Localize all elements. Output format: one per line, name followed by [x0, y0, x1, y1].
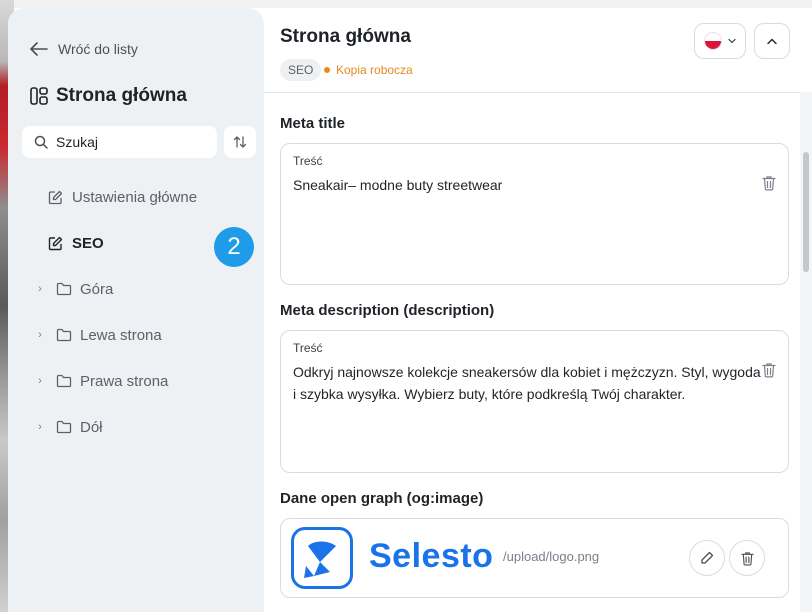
- meta-description-value[interactable]: Odkryj najnowsze kolekcje sneakersów dla…: [293, 361, 763, 405]
- og-image-box: Selesto /upload/logo.png: [280, 518, 789, 598]
- chevron-right-icon[interactable]: ›: [34, 329, 46, 341]
- og-image-path: /upload/logo.png: [503, 549, 600, 564]
- field-label: Treść: [293, 154, 323, 168]
- field-label: Treść: [293, 341, 323, 355]
- editor-panel: Wróć do listy Strona główna U: [8, 8, 812, 612]
- scrollbar[interactable]: [800, 92, 812, 612]
- sidebar-item-ustawienia-glowne[interactable]: Ustawienia główne: [8, 182, 264, 212]
- sidebar-search: [22, 126, 217, 158]
- sidebar-item-label: Ustawienia główne: [72, 188, 198, 206]
- sidebar-item-lewa-strona[interactable]: › Lewa strona: [8, 320, 264, 350]
- selesto-logo-text: Selesto: [369, 537, 494, 575]
- status-text: Kopia robocza: [336, 63, 413, 77]
- back-to-list-link[interactable]: Wróć do listy: [30, 38, 138, 60]
- trash-icon[interactable]: [762, 362, 776, 378]
- background-top: [0, 0, 812, 8]
- meta-description-label: Meta description (description): [280, 302, 495, 319]
- folder-icon: [56, 419, 72, 435]
- sidebar-item-label: Prawa strona: [80, 372, 169, 390]
- meta-title-field[interactable]: Treść Sneakair– modne buty streetwear: [280, 143, 789, 285]
- scrollbar-thumb[interactable]: [803, 152, 809, 272]
- folder-icon: [56, 327, 72, 343]
- edit-icon: [48, 235, 64, 251]
- sort-icon: [233, 136, 247, 148]
- arrow-left-icon: [30, 42, 48, 56]
- sidebar-item-label: Góra: [80, 280, 114, 298]
- sidebar-item-gora[interactable]: › Góra: [8, 274, 264, 304]
- status-dot-icon: [324, 67, 330, 73]
- sidebar-item-dol[interactable]: › Dół: [8, 412, 264, 442]
- delete-image-button[interactable]: [729, 540, 765, 576]
- sidebar-title-text: Strona główna: [56, 85, 187, 106]
- sidebar-item-prawa-strona[interactable]: › Prawa strona: [8, 366, 264, 396]
- sidebar-title: Strona główna: [30, 83, 187, 109]
- sort-button[interactable]: [224, 126, 256, 158]
- meta-title-label: Meta title: [280, 115, 346, 132]
- trash-icon: [740, 551, 754, 565]
- seo-tag: SEO: [280, 59, 322, 81]
- sidebar-item-label: SEO: [72, 234, 104, 252]
- edit-image-button[interactable]: [689, 540, 725, 576]
- header-divider: [264, 92, 812, 93]
- chevron-down-icon: [728, 38, 736, 44]
- language-select[interactable]: [694, 23, 746, 59]
- collapse-button[interactable]: [754, 23, 790, 59]
- chevron-right-icon[interactable]: ›: [34, 421, 46, 433]
- pencil-icon: [701, 551, 714, 564]
- search-icon: [34, 135, 48, 149]
- page-title: Strona główna: [280, 26, 411, 47]
- chevron-right-icon[interactable]: ›: [34, 283, 46, 295]
- step-number-badge: 2: [214, 227, 254, 267]
- og-image-label: Dane open graph (og:image): [280, 490, 484, 507]
- sidebar-item-label: Lewa strona: [80, 326, 162, 344]
- chevron-up-icon: [767, 38, 777, 44]
- poland-flag-icon: [704, 32, 722, 50]
- meta-description-field[interactable]: Treść Odkryj najnowsze kolekcje sneakers…: [280, 330, 789, 473]
- back-link-label: Wróć do listy: [58, 41, 138, 57]
- sidebar: Wróć do listy Strona główna U: [8, 8, 264, 612]
- main-content: Strona główna SEO Kopia robocza Meta tit…: [264, 8, 812, 612]
- folder-icon: [56, 281, 72, 297]
- folder-icon: [56, 373, 72, 389]
- status-badge: Kopia robocza: [324, 59, 413, 81]
- trash-icon[interactable]: [762, 175, 776, 191]
- search-input[interactable]: [56, 134, 206, 150]
- meta-title-value[interactable]: Sneakair– modne buty streetwear: [293, 174, 763, 196]
- layout-icon: [30, 87, 48, 105]
- edit-icon: [48, 189, 64, 205]
- chevron-right-icon[interactable]: ›: [34, 375, 46, 387]
- sidebar-item-label: Dół: [80, 418, 103, 436]
- selesto-logo-icon: [291, 527, 353, 589]
